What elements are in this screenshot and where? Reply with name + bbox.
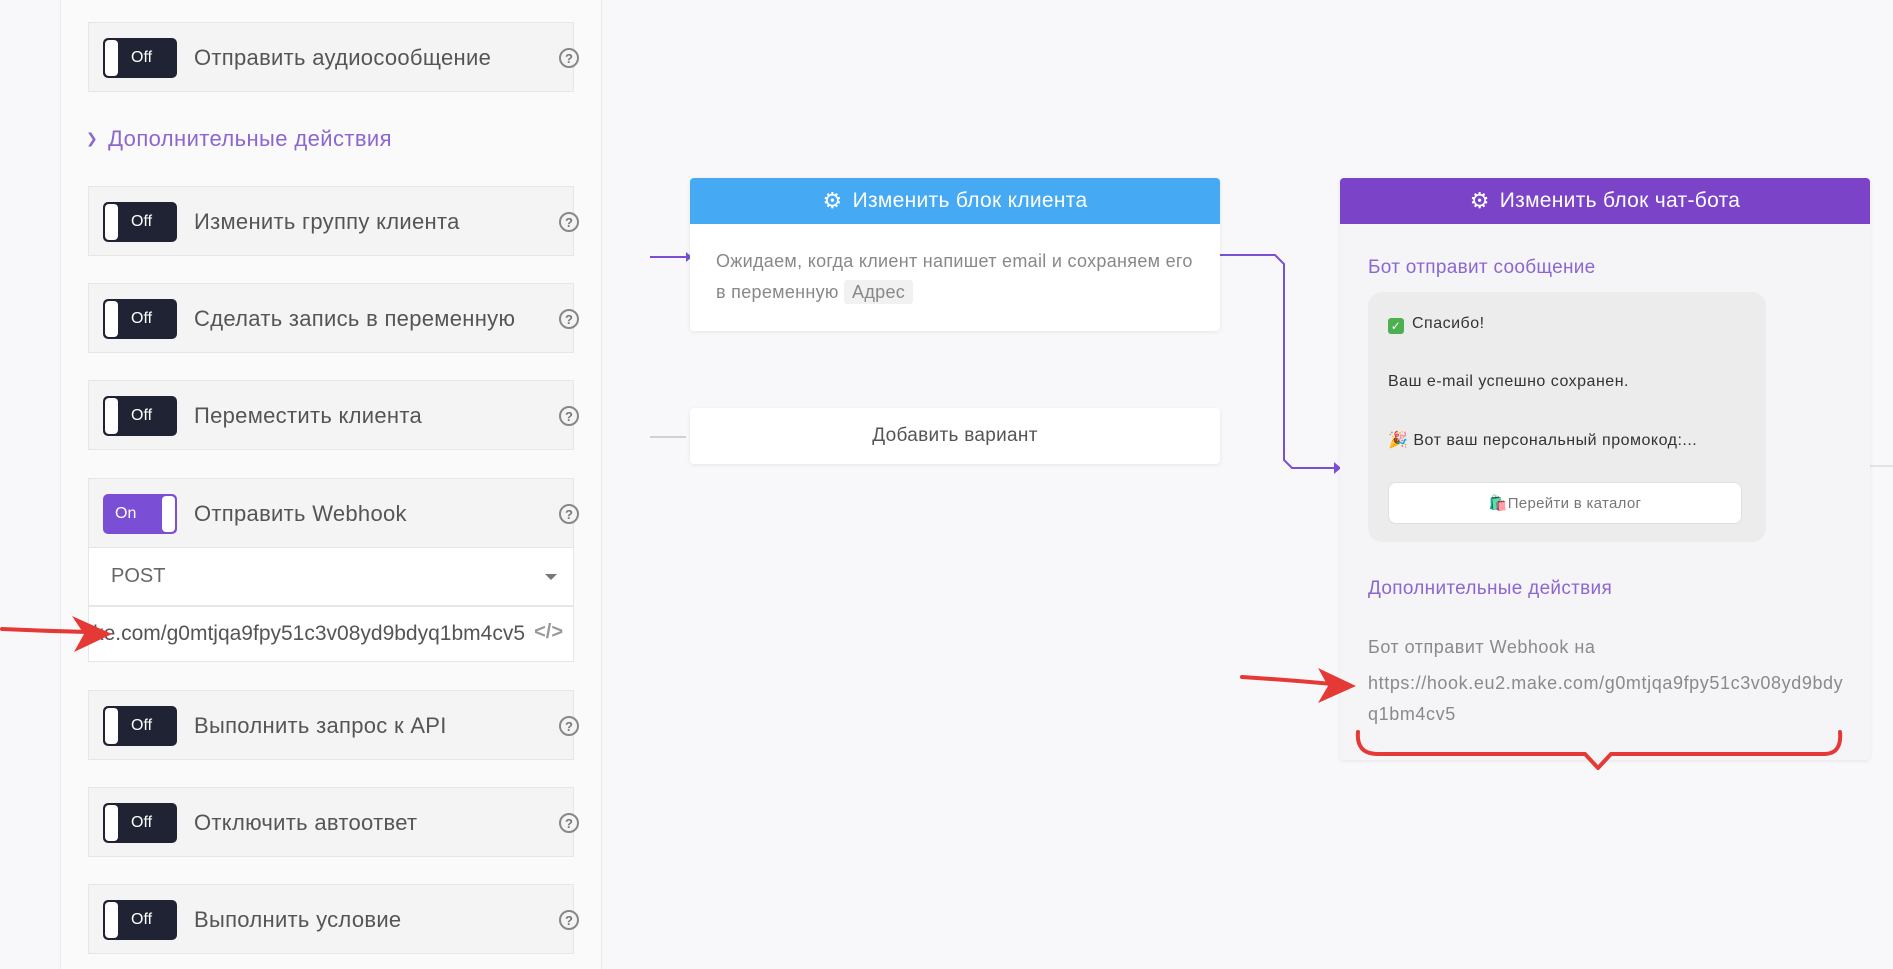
- arrow-head-icon: [72, 616, 112, 652]
- annotation-arrow-right: [1240, 675, 1334, 686]
- arrow-head-icon: [1318, 668, 1356, 703]
- annotations: [0, 616, 1843, 770]
- annotation-bracket: [1355, 730, 1843, 770]
- annotation-arrow-left: [0, 627, 90, 634]
